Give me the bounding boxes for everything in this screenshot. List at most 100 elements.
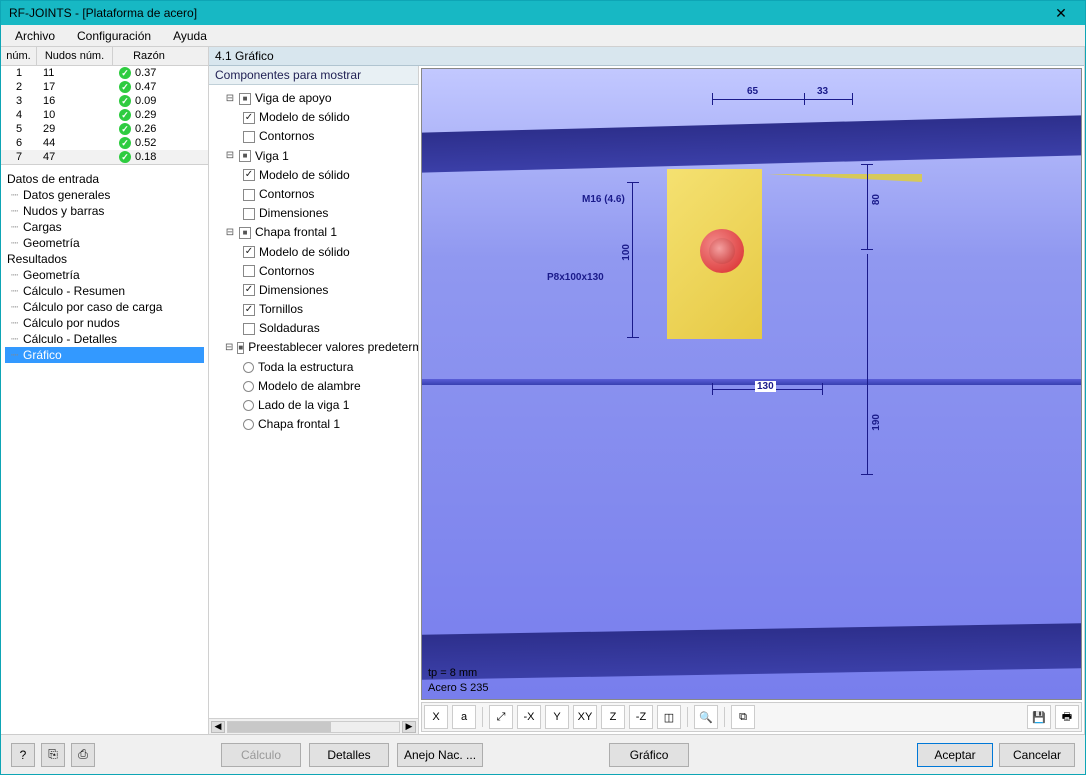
h-scrollbar[interactable]: ◀ ▶ xyxy=(209,718,418,734)
scroll-thumb[interactable] xyxy=(228,722,331,732)
tree-item[interactable]: Modelo de sólido xyxy=(211,108,416,127)
nav-res-geometria[interactable]: Geometría xyxy=(5,267,204,283)
tree-item[interactable]: Modelo de sólido xyxy=(211,166,416,185)
table-row[interactable]: 2170.47 xyxy=(1,80,208,94)
radio[interactable] xyxy=(243,381,254,392)
nav-res-caso-carga[interactable]: Cálculo por caso de carga xyxy=(5,299,204,315)
grafico-button[interactable]: Gráfico xyxy=(609,743,689,767)
tree-viga1[interactable]: ⊟Viga 1 xyxy=(211,147,416,166)
checkbox[interactable] xyxy=(243,112,255,124)
components-tree: ⊟Viga de apoyo Modelo de sólido Contorno… xyxy=(209,85,418,718)
menu-config[interactable]: Configuración xyxy=(67,27,161,45)
tree-item[interactable]: Contornos xyxy=(211,262,416,281)
checkbox-mixed[interactable] xyxy=(239,93,251,105)
nav-cargas[interactable]: Cargas xyxy=(5,219,204,235)
tb-zoom-all[interactable]: ⤢ xyxy=(489,705,513,729)
scroll-track[interactable] xyxy=(227,721,400,733)
annex-button[interactable]: Anejo Nac. ... xyxy=(397,743,483,767)
table-row[interactable]: 1110.37 xyxy=(1,66,208,80)
nav-res-nudos[interactable]: Cálculo por nudos xyxy=(5,315,204,331)
table-row[interactable]: 6440.52 xyxy=(1,136,208,150)
tree-viga-apoyo[interactable]: ⊟Viga de apoyo xyxy=(211,89,416,108)
checkbox-mixed[interactable] xyxy=(239,150,251,162)
table-row[interactable]: 7470.18 xyxy=(1,150,208,164)
tree-item[interactable]: Contornos xyxy=(211,127,416,146)
nav-res-detalles[interactable]: Cálculo - Detalles xyxy=(5,331,204,347)
nav-group-results: Resultados xyxy=(5,251,204,267)
viewport-toolbar: X a ⤢ -X Y XY Z -Z ◫ 🔍 ⧉ xyxy=(421,702,1082,732)
tb-iso[interactable]: ◫ xyxy=(657,705,681,729)
export-button-2[interactable]: ⎙ xyxy=(71,743,95,767)
scroll-left-icon[interactable]: ◀ xyxy=(211,721,225,733)
checkbox-mixed[interactable] xyxy=(239,227,251,239)
tb-axes-a[interactable]: a xyxy=(452,705,476,729)
viewport-caption: tp = 8 mm Acero S 235 xyxy=(428,666,489,695)
tree-radio[interactable]: Chapa frontal 1 xyxy=(211,415,416,434)
checkbox[interactable] xyxy=(243,169,255,181)
col-ratio[interactable]: Razón xyxy=(113,47,185,65)
checkbox[interactable] xyxy=(243,131,255,143)
tree-chapa[interactable]: ⊟Chapa frontal 1 xyxy=(211,223,416,242)
checkbox[interactable] xyxy=(243,265,255,277)
tree-radio[interactable]: Modelo de alambre xyxy=(211,377,416,396)
ok-button[interactable]: Aceptar xyxy=(917,743,993,767)
tb-axes-x[interactable]: X xyxy=(424,705,448,729)
tb-print-icon[interactable]: 🖶 xyxy=(1055,705,1079,729)
tree-item[interactable]: Soldaduras xyxy=(211,319,416,338)
tree-item[interactable]: Dimensiones xyxy=(211,281,416,300)
collapse-icon[interactable]: ⊟ xyxy=(225,148,235,164)
menubar: Archivo Configuración Ayuda xyxy=(1,25,1085,47)
checkbox[interactable] xyxy=(243,304,255,316)
close-button[interactable]: ✕ xyxy=(1041,1,1081,25)
tb-layers[interactable]: ⧉ xyxy=(731,705,755,729)
radio[interactable] xyxy=(243,419,254,430)
table-row[interactable]: 4100.29 xyxy=(1,108,208,122)
tree-item[interactable]: Tornillos xyxy=(211,300,416,319)
scroll-right-icon[interactable]: ▶ xyxy=(402,721,416,733)
table-row[interactable]: 3160.09 xyxy=(1,94,208,108)
collapse-icon[interactable]: ⊟ xyxy=(225,91,235,107)
details-button[interactable]: Detalles xyxy=(309,743,389,767)
cancel-button[interactable]: Cancelar xyxy=(999,743,1075,767)
tree-radio[interactable]: Toda la estructura xyxy=(211,358,416,377)
checkbox-mixed[interactable] xyxy=(237,342,244,354)
checkbox[interactable] xyxy=(243,246,255,258)
tree-item[interactable]: Modelo de sólido xyxy=(211,243,416,262)
calc-button[interactable]: Cálculo xyxy=(221,743,301,767)
checkbox[interactable] xyxy=(243,284,255,296)
tb-view-y[interactable]: Y xyxy=(545,705,569,729)
tb-view-xz[interactable]: -X xyxy=(517,705,541,729)
col-num[interactable]: núm. xyxy=(1,47,37,65)
col-node[interactable]: Nudos núm. xyxy=(37,47,113,65)
help-button[interactable]: ? xyxy=(11,743,35,767)
radio[interactable] xyxy=(243,400,254,411)
tb-view-nz[interactable]: -Z xyxy=(629,705,653,729)
tree-preset[interactable]: ⊟Preestablecer valores predetermina xyxy=(211,338,416,357)
checkbox[interactable] xyxy=(243,189,255,201)
checkbox[interactable] xyxy=(243,323,255,335)
menu-help[interactable]: Ayuda xyxy=(163,27,217,45)
nav-tree: Datos de entrada Datos generales Nudos y… xyxy=(1,165,208,734)
tb-save-icon[interactable]: 💾 xyxy=(1027,705,1051,729)
export-button-1[interactable]: ⎘ xyxy=(41,743,65,767)
checkbox[interactable] xyxy=(243,208,255,220)
nav-res-grafico[interactable]: Gráfico xyxy=(5,347,204,363)
menu-file[interactable]: Archivo xyxy=(5,27,65,45)
tb-view-xy[interactable]: XY xyxy=(573,705,597,729)
collapse-icon[interactable]: ⊟ xyxy=(225,340,233,356)
section-header: 4.1 Gráfico xyxy=(209,47,1084,66)
tb-mag[interactable]: 🔍 xyxy=(694,705,718,729)
tb-view-z[interactable]: Z xyxy=(601,705,625,729)
radio[interactable] xyxy=(243,362,254,373)
3d-viewport[interactable]: 65 33 80 190 xyxy=(421,68,1082,700)
tree-item[interactable]: Contornos xyxy=(211,185,416,204)
collapse-icon[interactable]: ⊟ xyxy=(225,225,235,241)
nav-res-resumen[interactable]: Cálculo - Resumen xyxy=(5,283,204,299)
tree-radio[interactable]: Lado de la viga 1 xyxy=(211,396,416,415)
nav-geometria[interactable]: Geometría xyxy=(5,235,204,251)
nav-datos-generales[interactable]: Datos generales xyxy=(5,187,204,203)
beam-bottom xyxy=(422,623,1081,680)
table-row[interactable]: 5290.26 xyxy=(1,122,208,136)
nav-nudos-barras[interactable]: Nudos y barras xyxy=(5,203,204,219)
tree-item[interactable]: Dimensiones xyxy=(211,204,416,223)
